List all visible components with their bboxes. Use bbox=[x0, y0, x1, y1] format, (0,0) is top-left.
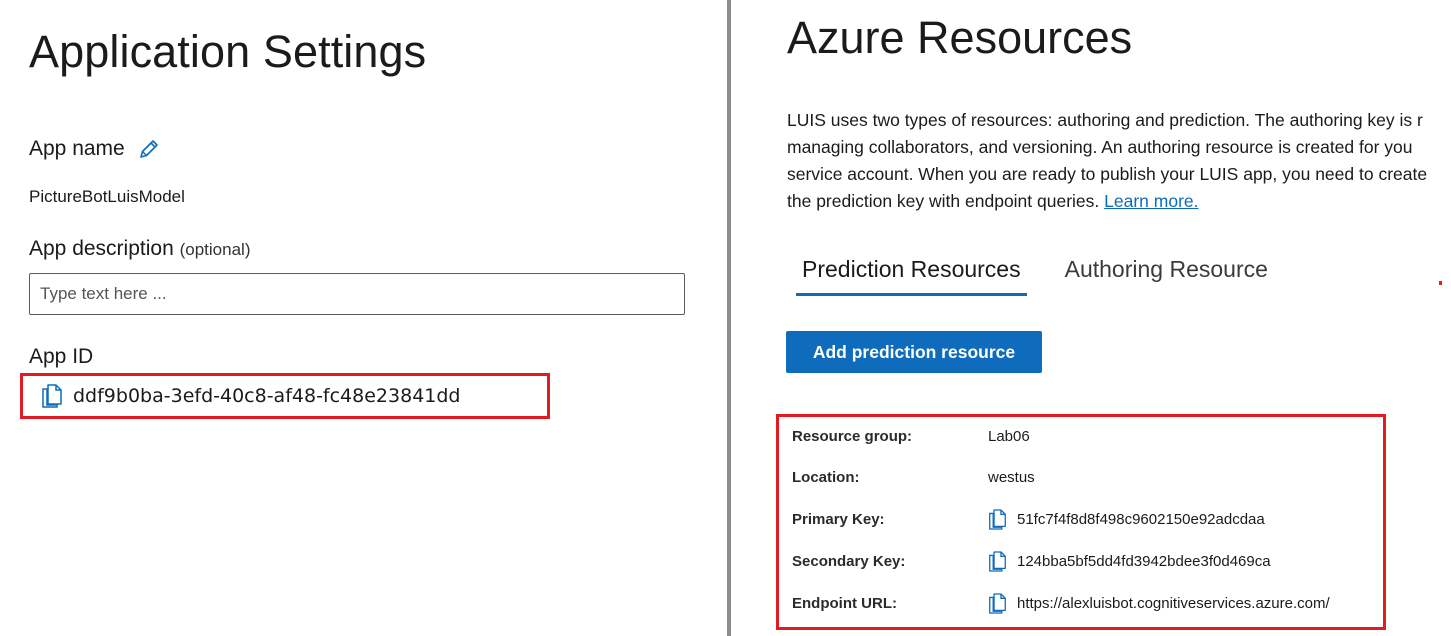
app-description-label-text: App description bbox=[29, 237, 174, 260]
app-name-label-row: App name bbox=[29, 137, 161, 161]
app-name-value: PictureBotLuisModel bbox=[29, 187, 185, 206]
endpoint-url-value-wrap: https://alexluisbot.cognitiveservices.az… bbox=[988, 592, 1330, 614]
resource-group-label: Resource group: bbox=[792, 427, 913, 445]
copy-icon[interactable] bbox=[988, 508, 1007, 530]
resource-row-endpoint: Endpoint URL: https://alexluisbot.cognit… bbox=[792, 588, 1330, 618]
application-settings-panel: Application Settings App name PictureBot… bbox=[0, 0, 727, 636]
location-value: westus bbox=[988, 468, 1035, 486]
copy-icon[interactable] bbox=[41, 384, 63, 408]
resource-row-secondary-key: Secondary Key: 124bba5bf5dd4fd3942bdee3f… bbox=[792, 546, 1271, 576]
resource-tabs: Prediction Resources Authoring Resource bbox=[796, 250, 1274, 296]
tab-authoring-resource[interactable]: Authoring Resource bbox=[1059, 250, 1274, 296]
app-description-label: App description (optional) bbox=[29, 237, 250, 261]
resource-row-group: Resource group: Lab06 bbox=[792, 421, 1030, 451]
location-label: Location: bbox=[792, 468, 860, 486]
add-prediction-resource-button[interactable]: Add prediction resource bbox=[786, 331, 1042, 373]
primary-key-label: Primary Key: bbox=[792, 510, 885, 528]
primary-key-value: 51fc7f4f8d8f498c9602150e92adcdaa bbox=[1017, 510, 1265, 528]
app-id-label: App ID bbox=[29, 345, 94, 368]
pencil-icon[interactable] bbox=[137, 137, 161, 161]
resource-row-primary-key: Primary Key: 51fc7f4f8d8f498c9602150e92a… bbox=[792, 504, 1265, 534]
copy-icon[interactable] bbox=[988, 550, 1007, 572]
intro-line: the prediction key with endpoint queries… bbox=[787, 191, 1100, 211]
learn-more-link[interactable]: Learn more. bbox=[1104, 191, 1198, 211]
app-id-highlight: ddf9b0ba-3efd-40c8-af48-fc48e23841dd bbox=[20, 373, 550, 419]
primary-key-value-wrap: 51fc7f4f8d8f498c9602150e92adcdaa bbox=[988, 508, 1265, 530]
intro-line-last: the prediction key with endpoint queries… bbox=[787, 188, 1451, 215]
secondary-key-value: 124bba5bf5dd4fd3942bdee3f0d469ca bbox=[1017, 552, 1271, 570]
intro-line: LUIS uses two types of resources: author… bbox=[787, 110, 1423, 130]
optional-hint: (optional) bbox=[179, 240, 251, 259]
resource-row-location: Location: westus bbox=[792, 462, 1035, 492]
secondary-key-label: Secondary Key: bbox=[792, 552, 906, 570]
tab-prediction-resources[interactable]: Prediction Resources bbox=[796, 250, 1027, 296]
secondary-key-value-wrap: 124bba5bf5dd4fd3942bdee3f0d469ca bbox=[988, 550, 1271, 572]
azure-resources-panel: Azure Resources LUIS uses two types of r… bbox=[731, 0, 1451, 636]
endpoint-url-label: Endpoint URL: bbox=[792, 594, 897, 612]
endpoint-url-value: https://alexluisbot.cognitiveservices.az… bbox=[1017, 594, 1330, 612]
page-title: Application Settings bbox=[29, 26, 427, 77]
app-name-label: App name bbox=[29, 137, 125, 160]
intro-line: managing collaborators, and versioning. … bbox=[787, 137, 1413, 157]
resource-group-value: Lab06 bbox=[988, 427, 1030, 445]
azure-resources-title: Azure Resources bbox=[787, 12, 1133, 63]
app-id-value: ddf9b0ba-3efd-40c8-af48-fc48e23841dd bbox=[73, 385, 461, 407]
resource-details-highlight: Resource group: Lab06 Location: westus P… bbox=[776, 414, 1386, 630]
app-description-input[interactable] bbox=[29, 273, 685, 315]
intro-text: LUIS uses two types of resources: author… bbox=[787, 107, 1451, 215]
copy-icon[interactable] bbox=[988, 592, 1007, 614]
red-mark bbox=[1439, 281, 1442, 285]
intro-line: service account. When you are ready to p… bbox=[787, 164, 1428, 184]
